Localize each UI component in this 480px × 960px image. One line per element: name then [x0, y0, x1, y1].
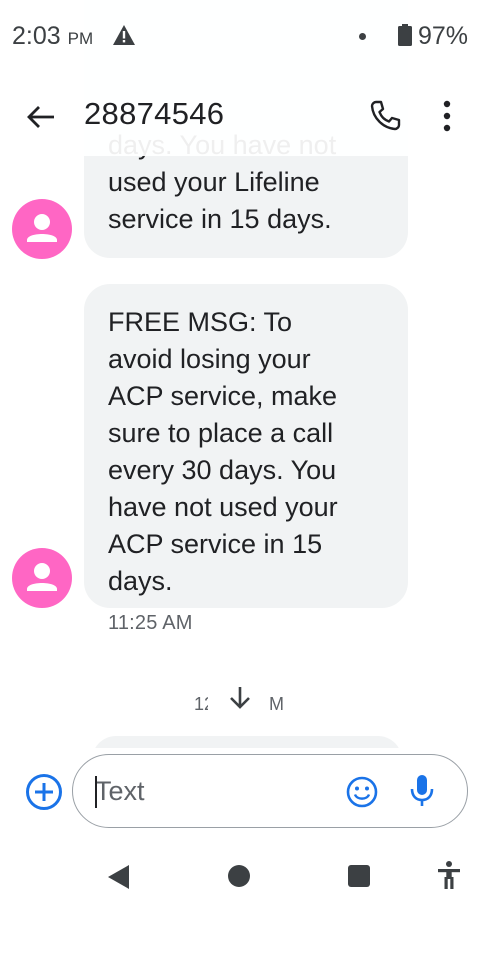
- message-line: used your Lifeline: [108, 167, 320, 197]
- notification-dot-icon: [359, 33, 366, 40]
- message-line: FREE MSG: To: [108, 307, 293, 337]
- message-line: service in 15 days.: [108, 204, 332, 234]
- date-divider-text: M: [269, 694, 284, 714]
- battery-percentage: 97%: [418, 22, 469, 50]
- message-line: ACP service, make: [108, 381, 338, 411]
- emoji-icon[interactable]: [345, 775, 379, 809]
- battery-icon: [398, 24, 412, 46]
- nav-home-icon[interactable]: [228, 865, 250, 887]
- scroll-to-bottom-button[interactable]: 12 M: [176, 676, 304, 724]
- accessibility-icon[interactable]: [434, 860, 464, 890]
- message-line: avoid losing your: [108, 344, 311, 374]
- app-bar: 28874546: [0, 74, 480, 156]
- conversation-title: 28874546: [84, 96, 225, 131]
- avatar[interactable]: [12, 199, 72, 259]
- message-input[interactable]: [95, 771, 325, 811]
- message-line: have not used your: [108, 492, 338, 522]
- person-icon: [27, 563, 57, 591]
- add-circle-icon[interactable]: [24, 772, 64, 812]
- navigation-bar: [0, 840, 480, 960]
- text-caret: [95, 776, 97, 808]
- nav-back-icon[interactable]: [106, 864, 132, 890]
- avatar[interactable]: [12, 548, 72, 608]
- mic-icon[interactable]: [409, 773, 435, 809]
- arrow-back-icon[interactable]: [24, 100, 58, 134]
- message-line: ACP service in 15: [108, 529, 323, 559]
- message-timestamp: 11:25 AM: [108, 612, 193, 634]
- status-time: 2:03 PM: [12, 22, 94, 50]
- message-line: sure to place a call: [108, 418, 334, 448]
- arrow-down-icon: [230, 687, 250, 709]
- nav-recents-icon[interactable]: [348, 865, 370, 887]
- compose-bar: [0, 748, 480, 840]
- phone-icon[interactable]: [368, 98, 402, 132]
- more-vert-icon[interactable]: [432, 96, 462, 136]
- message-line: every 30 days. You: [108, 455, 337, 485]
- message-bubble[interactable]: [92, 736, 402, 748]
- date-divider-text: 12: [194, 694, 208, 714]
- message-bubble[interactable]: FREE MSG: To avoid losing your ACP servi…: [84, 284, 408, 608]
- message-input-container[interactable]: [72, 754, 468, 828]
- warning-icon: [113, 25, 135, 45]
- status-bar: 2:03 PM 97%: [0, 0, 480, 74]
- message-line: days.: [108, 566, 173, 596]
- person-icon: [27, 214, 57, 242]
